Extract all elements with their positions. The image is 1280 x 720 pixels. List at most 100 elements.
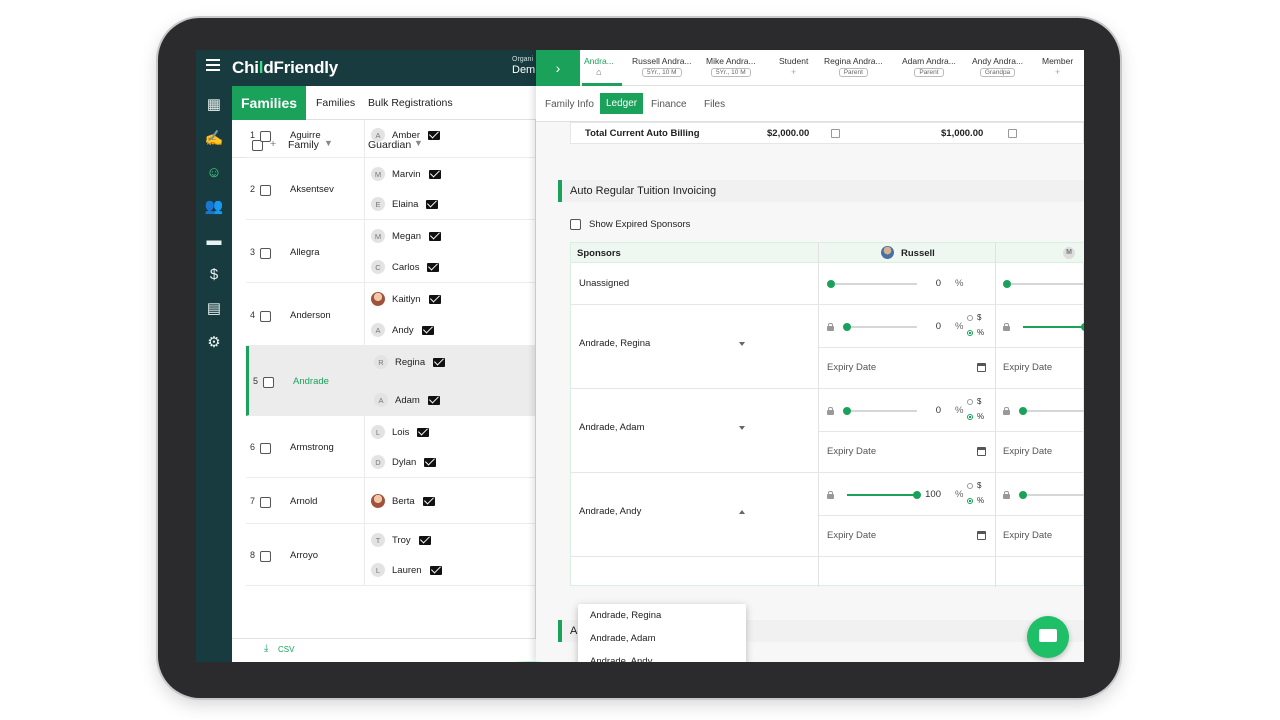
table-row[interactable]: 7 Arnold Berta: [246, 478, 535, 524]
expiry-date-field[interactable]: Expiry Date: [827, 446, 876, 457]
radio-percent[interactable]: %: [967, 328, 984, 337]
tab-bulk-registrations[interactable]: Bulk Registrations: [368, 97, 453, 109]
table-row[interactable]: 1 Aguirre A Amber: [246, 120, 535, 158]
guardian-item[interactable]: A Adam: [374, 392, 440, 408]
table-row[interactable]: 2 Aksentsev M Marvin E Elaina: [246, 158, 535, 220]
guardian-name[interactable]: Regina: [395, 357, 425, 368]
guardian-name[interactable]: Kaitlyn: [392, 294, 421, 305]
collapse-arrow-button[interactable]: ›: [536, 50, 580, 86]
lock-icon[interactable]: [1003, 491, 1010, 499]
email-icon[interactable]: [426, 199, 439, 209]
lock-icon[interactable]: [1003, 323, 1010, 331]
email-icon[interactable]: [424, 457, 437, 467]
percent-value[interactable]: 100: [919, 489, 941, 500]
guardian-name[interactable]: Troy: [392, 535, 411, 546]
member-tab[interactable]: Russell Andra... 5Yr., 10 M: [632, 56, 692, 77]
email-icon[interactable]: [433, 357, 446, 367]
calendar-icon[interactable]: [977, 363, 986, 372]
guardian-item[interactable]: C Carlos: [371, 259, 440, 275]
guardian-name[interactable]: Carlos: [392, 262, 419, 273]
guardian-name[interactable]: Andy: [392, 325, 414, 336]
checkin-icon[interactable]: ✍: [204, 128, 224, 148]
guardian-name[interactable]: Amber: [392, 130, 420, 141]
lock-icon[interactable]: [1003, 407, 1010, 415]
chevron-down-icon[interactable]: [739, 426, 745, 430]
row-checkbox[interactable]: [260, 310, 271, 322]
table-row[interactable]: 5 Andrade R Regina A Adam: [246, 346, 535, 416]
table-row[interactable]: 8 Arroyo T Troy L Lauren: [246, 524, 535, 586]
show-expired-checkbox[interactable]: [570, 219, 581, 230]
guardian-item[interactable]: Kaitlyn: [371, 291, 441, 307]
guardian-item[interactable]: L Lauren: [371, 562, 442, 578]
documents-icon[interactable]: ▤: [204, 298, 224, 318]
family-name[interactable]: Aguirre: [290, 130, 321, 141]
table-row[interactable]: 3 Allegra M Megan C Carlos: [246, 220, 535, 283]
slider-knob[interactable]: [1081, 323, 1084, 331]
guardian-item[interactable]: A Andy: [371, 322, 434, 338]
percent-slider-2[interactable]: [1019, 491, 1084, 499]
email-icon[interactable]: [428, 294, 441, 304]
tab-files[interactable]: Files: [699, 95, 730, 114]
percent-slider-2[interactable]: [1019, 407, 1084, 415]
families-icon[interactable]: 👥: [204, 196, 224, 216]
guardian-name[interactable]: Lois: [392, 427, 409, 438]
dropdown-option[interactable]: Andrade, Regina: [590, 610, 661, 621]
chevron-up-icon[interactable]: [739, 510, 745, 514]
expiry-date-field-2[interactable]: Expiry Date: [1003, 446, 1052, 457]
table-row[interactable]: 6 Armstrong L Lois D Dylan: [246, 416, 535, 478]
radio-dollar[interactable]: $: [967, 397, 981, 406]
row-checkbox[interactable]: [260, 131, 271, 142]
tab-family-info[interactable]: Family Info: [540, 95, 599, 114]
guardian-item[interactable]: D Dylan: [371, 454, 437, 470]
sponsor-name[interactable]: Andrade, Andy: [579, 506, 641, 517]
percent-value[interactable]: 0: [919, 405, 941, 416]
row-checkbox[interactable]: [263, 377, 274, 388]
row-checkbox[interactable]: [260, 497, 271, 508]
sponsor-name[interactable]: Andrade, Regina: [579, 338, 650, 349]
hamburger-menu-icon[interactable]: [206, 59, 220, 71]
member-tab[interactable]: Mike Andra... 5Yr., 10 M: [706, 56, 756, 77]
expiry-date-field-2[interactable]: Expiry Date: [1003, 530, 1052, 541]
percent-slider[interactable]: [843, 407, 917, 415]
guardian-item[interactable]: T Troy: [371, 532, 431, 548]
email-icon[interactable]: [421, 325, 434, 335]
email-icon[interactable]: [428, 169, 441, 179]
tab-ledger[interactable]: Ledger: [600, 93, 644, 114]
percent-slider[interactable]: [847, 491, 921, 499]
family-name[interactable]: Aksentsev: [290, 184, 334, 195]
guardian-item[interactable]: M Marvin: [371, 166, 441, 182]
percent-value[interactable]: 0: [919, 278, 941, 289]
guardian-name[interactable]: Dylan: [392, 457, 416, 468]
guardian-name[interactable]: Adam: [395, 395, 420, 406]
lock-icon[interactable]: [827, 407, 834, 415]
chevron-down-icon[interactable]: [739, 342, 745, 346]
add-member-plus[interactable]: +: [779, 67, 808, 77]
guardian-item[interactable]: E Elaina: [371, 196, 439, 212]
member-tab[interactable]: Member +: [1042, 56, 1073, 77]
guardian-item[interactable]: L Lois: [371, 424, 430, 440]
email-icon[interactable]: [417, 427, 430, 437]
family-name[interactable]: Allegra: [290, 247, 320, 258]
family-name[interactable]: Armstrong: [290, 442, 334, 453]
percent-slider[interactable]: [827, 280, 917, 288]
family-name[interactable]: Arnold: [290, 496, 317, 507]
lock-icon[interactable]: [827, 491, 834, 499]
slider-knob[interactable]: [1019, 407, 1027, 415]
slider-knob[interactable]: [1019, 491, 1027, 499]
billing-dollar-icon[interactable]: $: [204, 264, 224, 284]
calendar-icon[interactable]: [1008, 129, 1017, 138]
percent-slider[interactable]: [843, 323, 917, 331]
expiry-date-field-2[interactable]: Expiry Date: [1003, 362, 1052, 373]
email-icon[interactable]: [427, 395, 440, 405]
guardian-name[interactable]: Elaina: [392, 199, 418, 210]
add-member-plus[interactable]: +: [1042, 67, 1073, 77]
email-icon[interactable]: [422, 496, 435, 506]
guardian-name[interactable]: Marvin: [392, 169, 421, 180]
member-tab[interactable]: Adam Andra... Parent: [902, 56, 956, 77]
email-icon[interactable]: [427, 130, 440, 140]
download-icon[interactable]: ⤓: [264, 643, 268, 654]
family-name[interactable]: Andrade: [293, 376, 329, 387]
table-row[interactable]: 4 Anderson Kaitlyn A Andy: [246, 283, 535, 346]
slider-knob[interactable]: [827, 280, 835, 288]
apps-grid-icon[interactable]: ▦: [204, 94, 224, 114]
